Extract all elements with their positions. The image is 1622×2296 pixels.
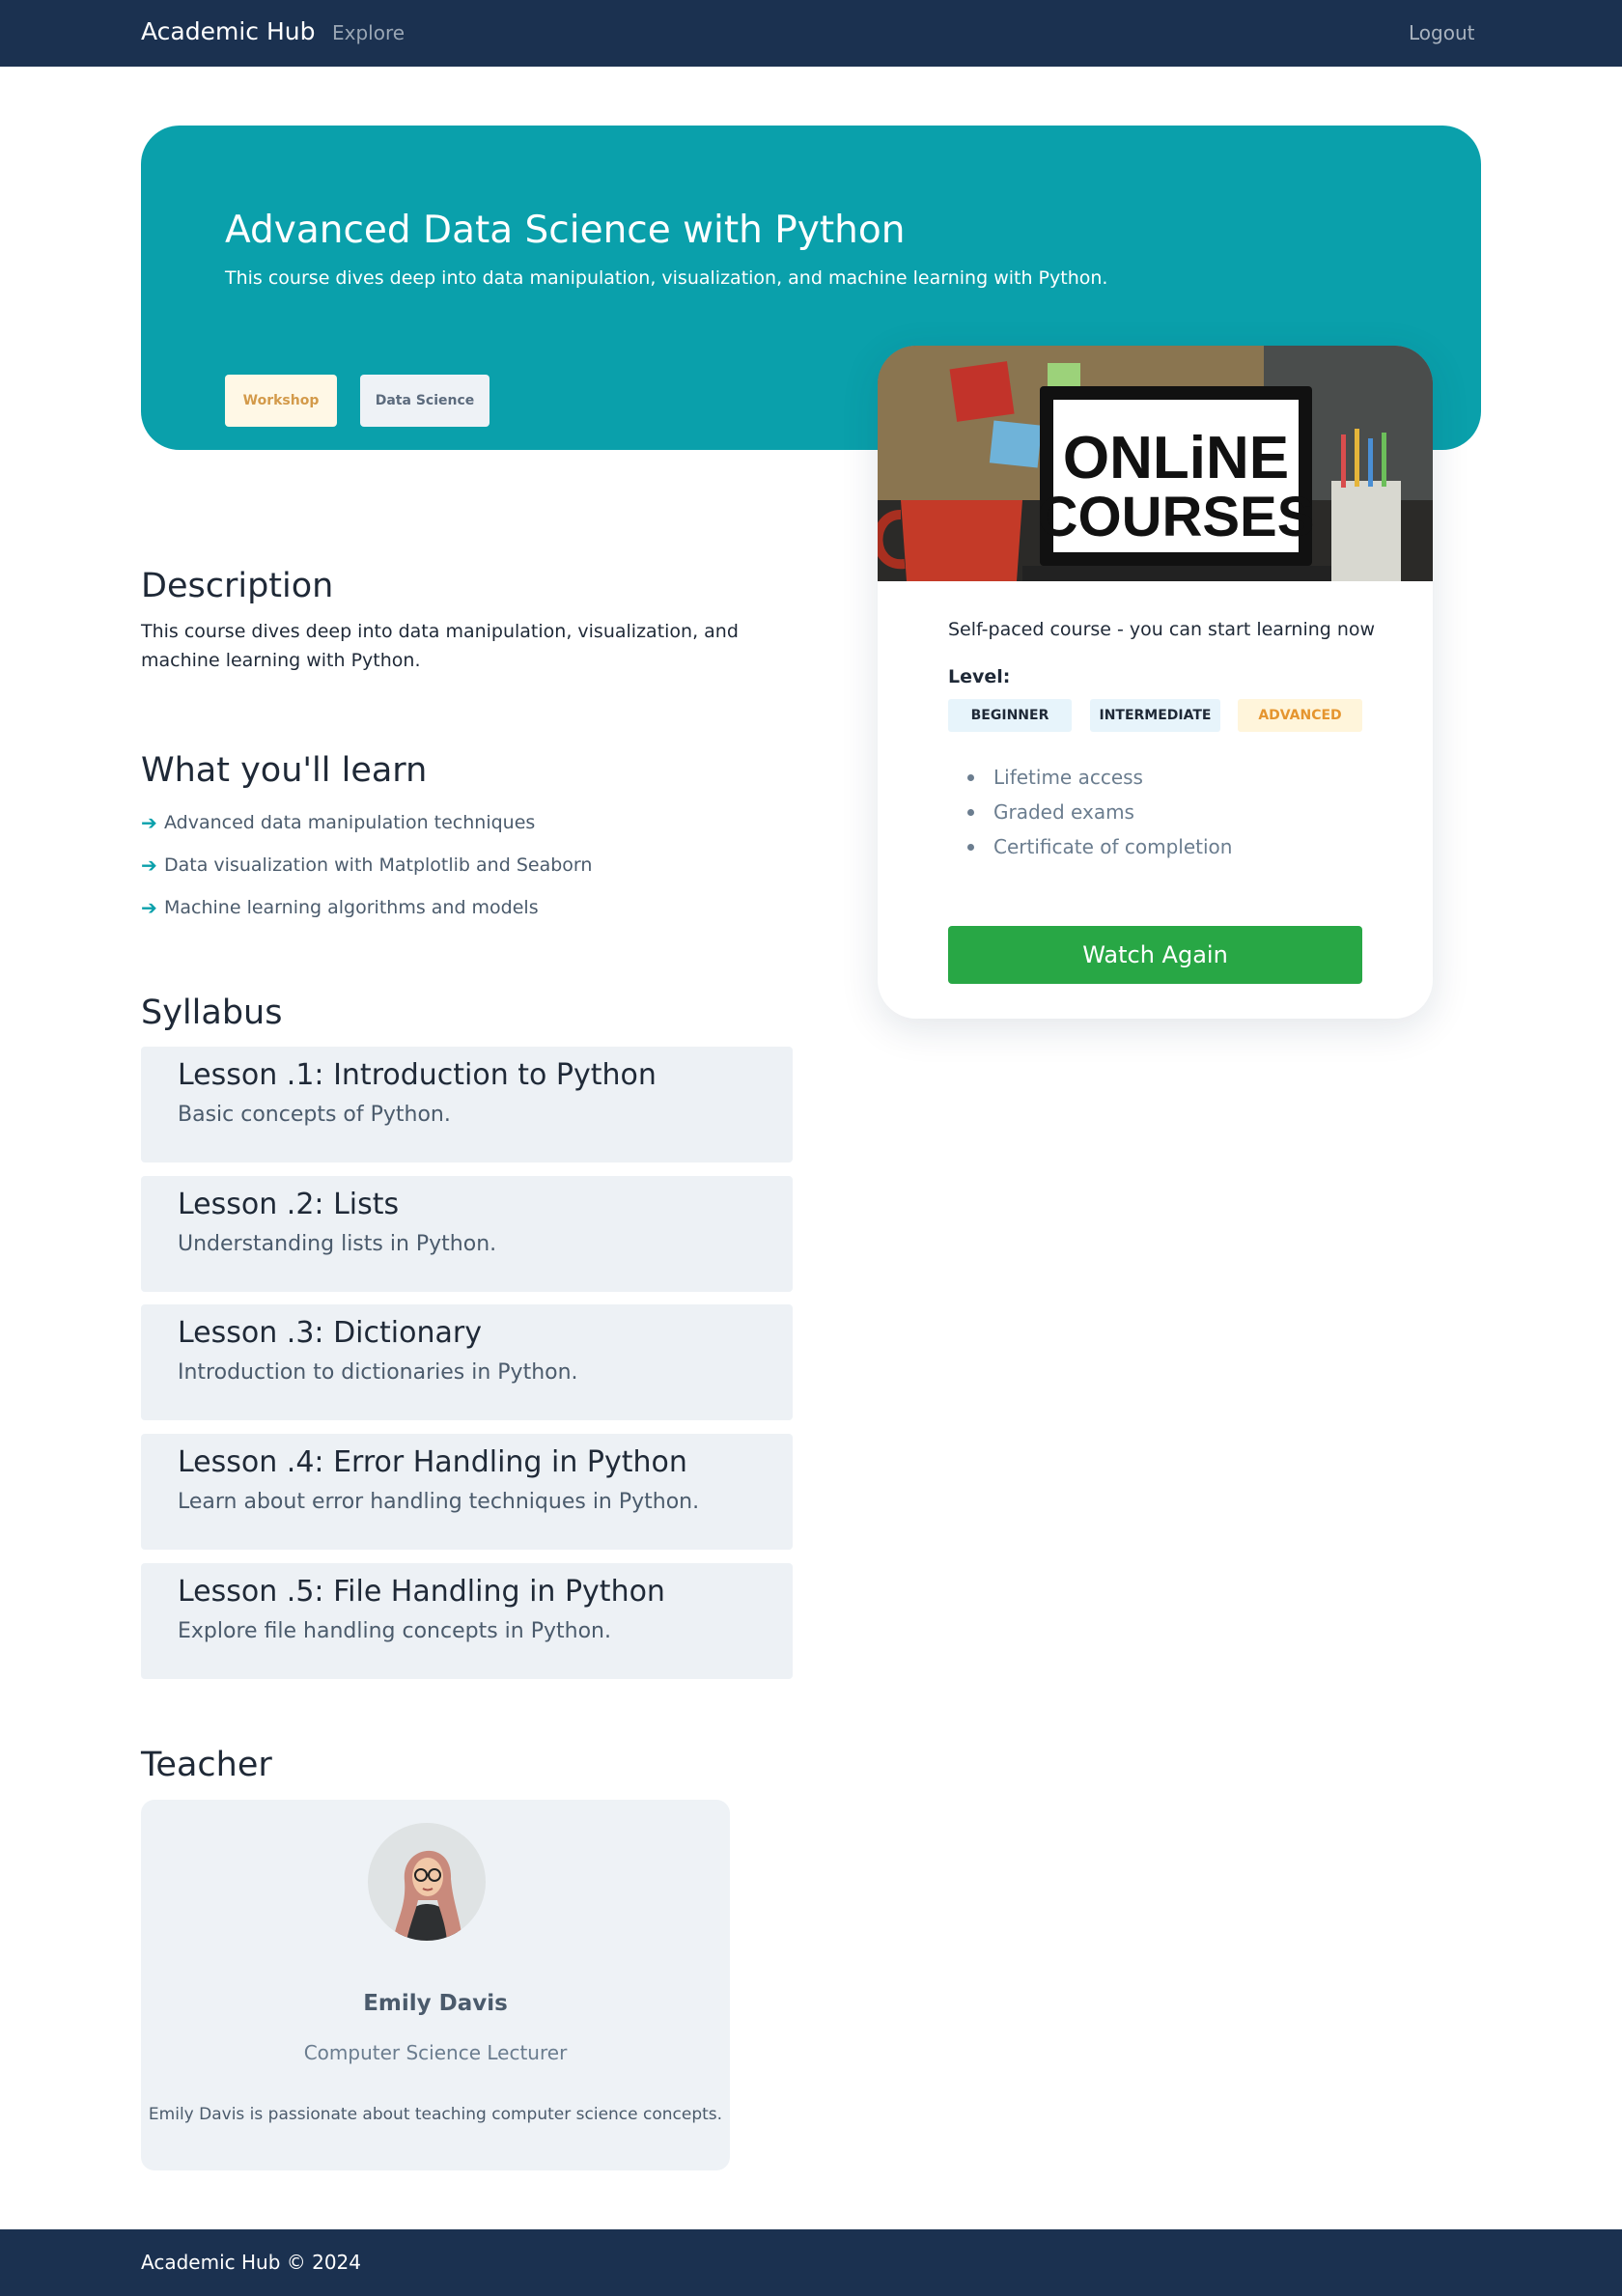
- level-badge-beginner: BEGINNER: [948, 699, 1072, 732]
- learn-item-text: Data visualization with Matplotlib and S…: [164, 854, 593, 876]
- lesson-item[interactable]: Lesson .3: Dictionary Introduction to di…: [141, 1304, 793, 1420]
- svg-text:COURSES: COURSES: [1038, 486, 1315, 548]
- watch-again-button[interactable]: Watch Again: [948, 926, 1362, 984]
- lesson-description: Learn about error handling techniques in…: [178, 1490, 700, 1514]
- teacher-heading: Teacher: [141, 1746, 272, 1784]
- teacher-name: Emily Davis: [363, 1991, 508, 2016]
- level-label: Level:: [948, 666, 1011, 687]
- arrow-right-icon: ➔: [141, 811, 157, 834]
- teacher-role: Computer Science Lecturer: [303, 2041, 568, 2064]
- lesson-item[interactable]: Lesson .4: Error Handling in Python Lear…: [141, 1434, 793, 1550]
- level-badge-intermediate: INTERMEDIATE: [1090, 699, 1220, 732]
- course-features-list: Lifetime access Graded exams Certificate…: [948, 763, 1232, 867]
- learn-item-text: Machine learning algorithms and models: [164, 897, 539, 918]
- feature-item: Graded exams: [948, 798, 1232, 832]
- arrow-right-icon: ➔: [141, 854, 157, 877]
- lesson-description: Understanding lists in Python.: [178, 1232, 497, 1256]
- course-thumbnail-image: ONLiNE COURSES: [878, 346, 1433, 581]
- lesson-description: Introduction to dictionaries in Python.: [178, 1360, 578, 1385]
- course-title: Advanced Data Science with Python: [225, 209, 906, 252]
- lesson-item[interactable]: Lesson .1: Introduction to Python Basic …: [141, 1047, 793, 1162]
- lesson-description: Basic concepts of Python.: [178, 1103, 451, 1127]
- teacher-avatar: [368, 1823, 486, 1941]
- lesson-item[interactable]: Lesson .5: File Handling in Python Explo…: [141, 1563, 793, 1679]
- learn-item: ➔ Advanced data manipulation techniques: [141, 801, 592, 844]
- self-paced-note: Self-paced course - you can start learni…: [948, 619, 1376, 640]
- course-purchase-card: ONLiNE COURSES Self-paced course - you c…: [878, 346, 1433, 1019]
- lesson-title: Lesson .3: Dictionary: [178, 1316, 482, 1350]
- footer-copyright: Academic Hub © 2024: [141, 2251, 361, 2274]
- description-text: This course dives deep into data manipul…: [141, 621, 739, 671]
- svg-text:ONLiNE: ONLiNE: [1063, 425, 1289, 491]
- learn-list: ➔ Advanced data manipulation techniques …: [141, 801, 592, 929]
- lesson-title: Lesson .5: File Handling in Python: [178, 1575, 665, 1609]
- teacher-card: Emily Davis Computer Science Lecturer Em…: [141, 1800, 730, 2170]
- level-badge-advanced: ADVANCED: [1238, 699, 1362, 732]
- teacher-bio: Emily Davis is passionate about teaching…: [148, 2105, 723, 2124]
- tag-category[interactable]: Data Science: [360, 375, 489, 427]
- lesson-title: Lesson .1: Introduction to Python: [178, 1058, 657, 1092]
- arrow-right-icon: ➔: [141, 896, 157, 919]
- tag-workshop[interactable]: Workshop: [225, 375, 337, 427]
- footer: Academic Hub © 2024: [0, 2229, 1622, 2296]
- nav-logout-link[interactable]: Logout: [1409, 21, 1474, 44]
- learn-heading: What you'll learn: [141, 751, 428, 790]
- lesson-item[interactable]: Lesson .2: Lists Understanding lists in …: [141, 1176, 793, 1292]
- description-heading: Description: [141, 567, 334, 605]
- lesson-description: Explore file handling concepts in Python…: [178, 1619, 611, 1643]
- syllabus-heading: Syllabus: [141, 994, 283, 1032]
- brand-link[interactable]: Academic Hub: [141, 17, 315, 45]
- feature-item: Certificate of completion: [948, 832, 1232, 867]
- lesson-title: Lesson .2: Lists: [178, 1188, 400, 1221]
- learn-item: ➔ Data visualization with Matplotlib and…: [141, 844, 592, 886]
- learn-item-text: Advanced data manipulation techniques: [164, 812, 536, 833]
- feature-item: Lifetime access: [948, 763, 1232, 798]
- course-subtitle: This course dives deep into data manipul…: [225, 267, 1108, 289]
- lesson-title: Lesson .4: Error Handling in Python: [178, 1445, 687, 1479]
- top-navbar: Academic Hub Explore Logout: [0, 0, 1622, 67]
- nav-explore-link[interactable]: Explore: [332, 21, 405, 44]
- learn-item: ➔ Machine learning algorithms and models: [141, 886, 592, 929]
